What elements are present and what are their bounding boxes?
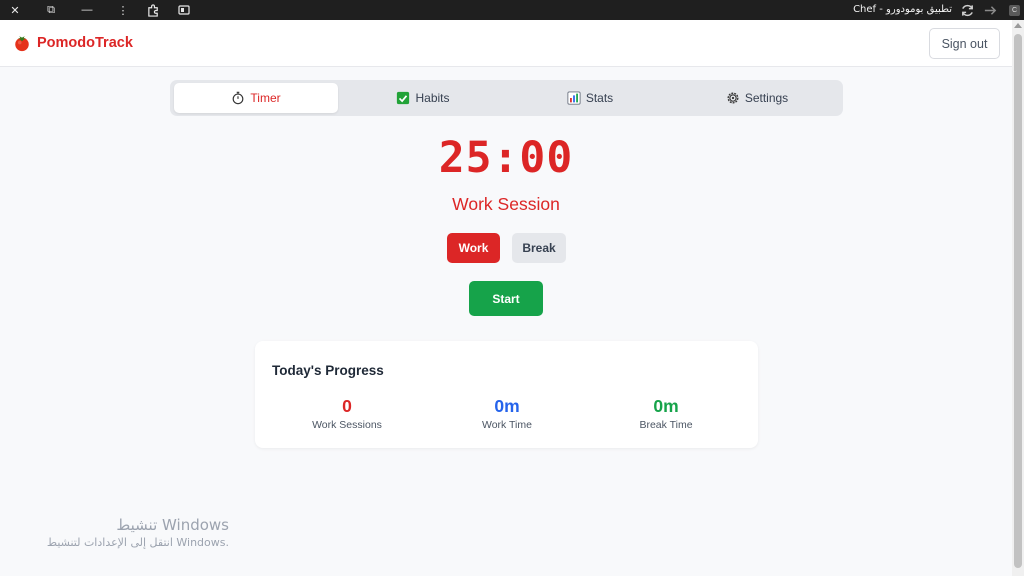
window-title: Chef - تطبيق بومودورو <box>853 4 952 15</box>
stat-value: 0m <box>653 396 679 416</box>
start-button[interactable]: Start <box>469 281 543 316</box>
window-title-bar: ✕ ⧉ — ⋮ Chef - تطبيق بومودورو C <box>0 0 1024 20</box>
reload-button[interactable] <box>957 0 977 20</box>
close-window-button[interactable]: ✕ <box>4 0 26 20</box>
timer-display: 25:00 <box>438 133 574 183</box>
app-header: PomodoTrack Sign out <box>0 20 1012 67</box>
app-badge-button[interactable] <box>173 0 195 20</box>
session-label: Work Session <box>452 194 560 214</box>
reload-icon <box>961 4 973 16</box>
app-window-icon <box>178 5 190 15</box>
window-badge: C <box>1009 5 1020 16</box>
stat-label: Work Sessions <box>312 419 382 431</box>
tab-settings[interactable]: Settings <box>675 83 839 113</box>
main-tabs: Timer Habits Stats Settings <box>170 80 843 116</box>
stat-label: Work Time <box>482 419 532 431</box>
card-title: Today's Progress <box>272 363 384 378</box>
extensions-icon <box>147 3 158 17</box>
extensions-button[interactable] <box>142 0 164 20</box>
forward-button[interactable] <box>980 0 1000 20</box>
tab-habits[interactable]: Habits <box>341 83 505 113</box>
minimize-icon: — <box>81 4 93 16</box>
tab-stats-label: Stats <box>585 91 614 105</box>
todays-progress-card: Today's Progress 0 Work Sessions 0m Work… <box>255 341 758 448</box>
tab-settings-label: Settings <box>744 91 789 105</box>
tab-timer[interactable]: Timer <box>174 83 338 113</box>
scroll-up-arrow-icon[interactable] <box>1014 23 1022 28</box>
app-name: PomodoTrack <box>37 35 133 51</box>
restore-window-button[interactable]: ⧉ <box>40 0 62 20</box>
more-vertical-icon: ⋮ <box>117 4 129 17</box>
tomato-icon <box>15 36 29 52</box>
stat-value: 0 <box>342 396 352 416</box>
tab-stats[interactable]: Stats <box>508 83 672 113</box>
gear-icon <box>727 92 739 104</box>
stat-label: Break Time <box>639 419 693 431</box>
arrow-right-icon <box>984 5 996 15</box>
app-logo[interactable]: PomodoTrack <box>13 34 133 52</box>
minimize-window-button[interactable]: — <box>76 0 98 20</box>
scrollbar-thumb[interactable] <box>1014 34 1022 568</box>
restore-icon: ⧉ <box>47 3 55 16</box>
tab-habits-label: Habits <box>415 91 450 105</box>
tab-timer-label: Timer <box>250 91 281 105</box>
work-mode-button[interactable]: Work <box>447 233 500 263</box>
bar-chart-icon <box>567 91 581 105</box>
window-menu-button[interactable]: ⋮ <box>112 0 134 20</box>
break-mode-button[interactable]: Break <box>512 233 566 263</box>
stat-break-time: 0m Break Time <box>586 396 746 431</box>
activation-watermark-subtitle: انتقل إلى الإعدادات لتنشيط Windows. <box>46 536 229 549</box>
stat-value: 0m <box>494 396 520 416</box>
activation-watermark-title: تنشيط Windows <box>116 516 229 534</box>
stat-work-sessions: 0 Work Sessions <box>267 396 427 431</box>
stat-work-time: 0m Work Time <box>427 396 587 431</box>
page-scrollbar[interactable] <box>1012 20 1024 576</box>
checkmark-box-icon <box>397 91 410 105</box>
stopwatch-icon <box>233 91 244 105</box>
close-icon: ✕ <box>10 4 20 17</box>
sign-out-button[interactable]: Sign out <box>929 28 1000 59</box>
